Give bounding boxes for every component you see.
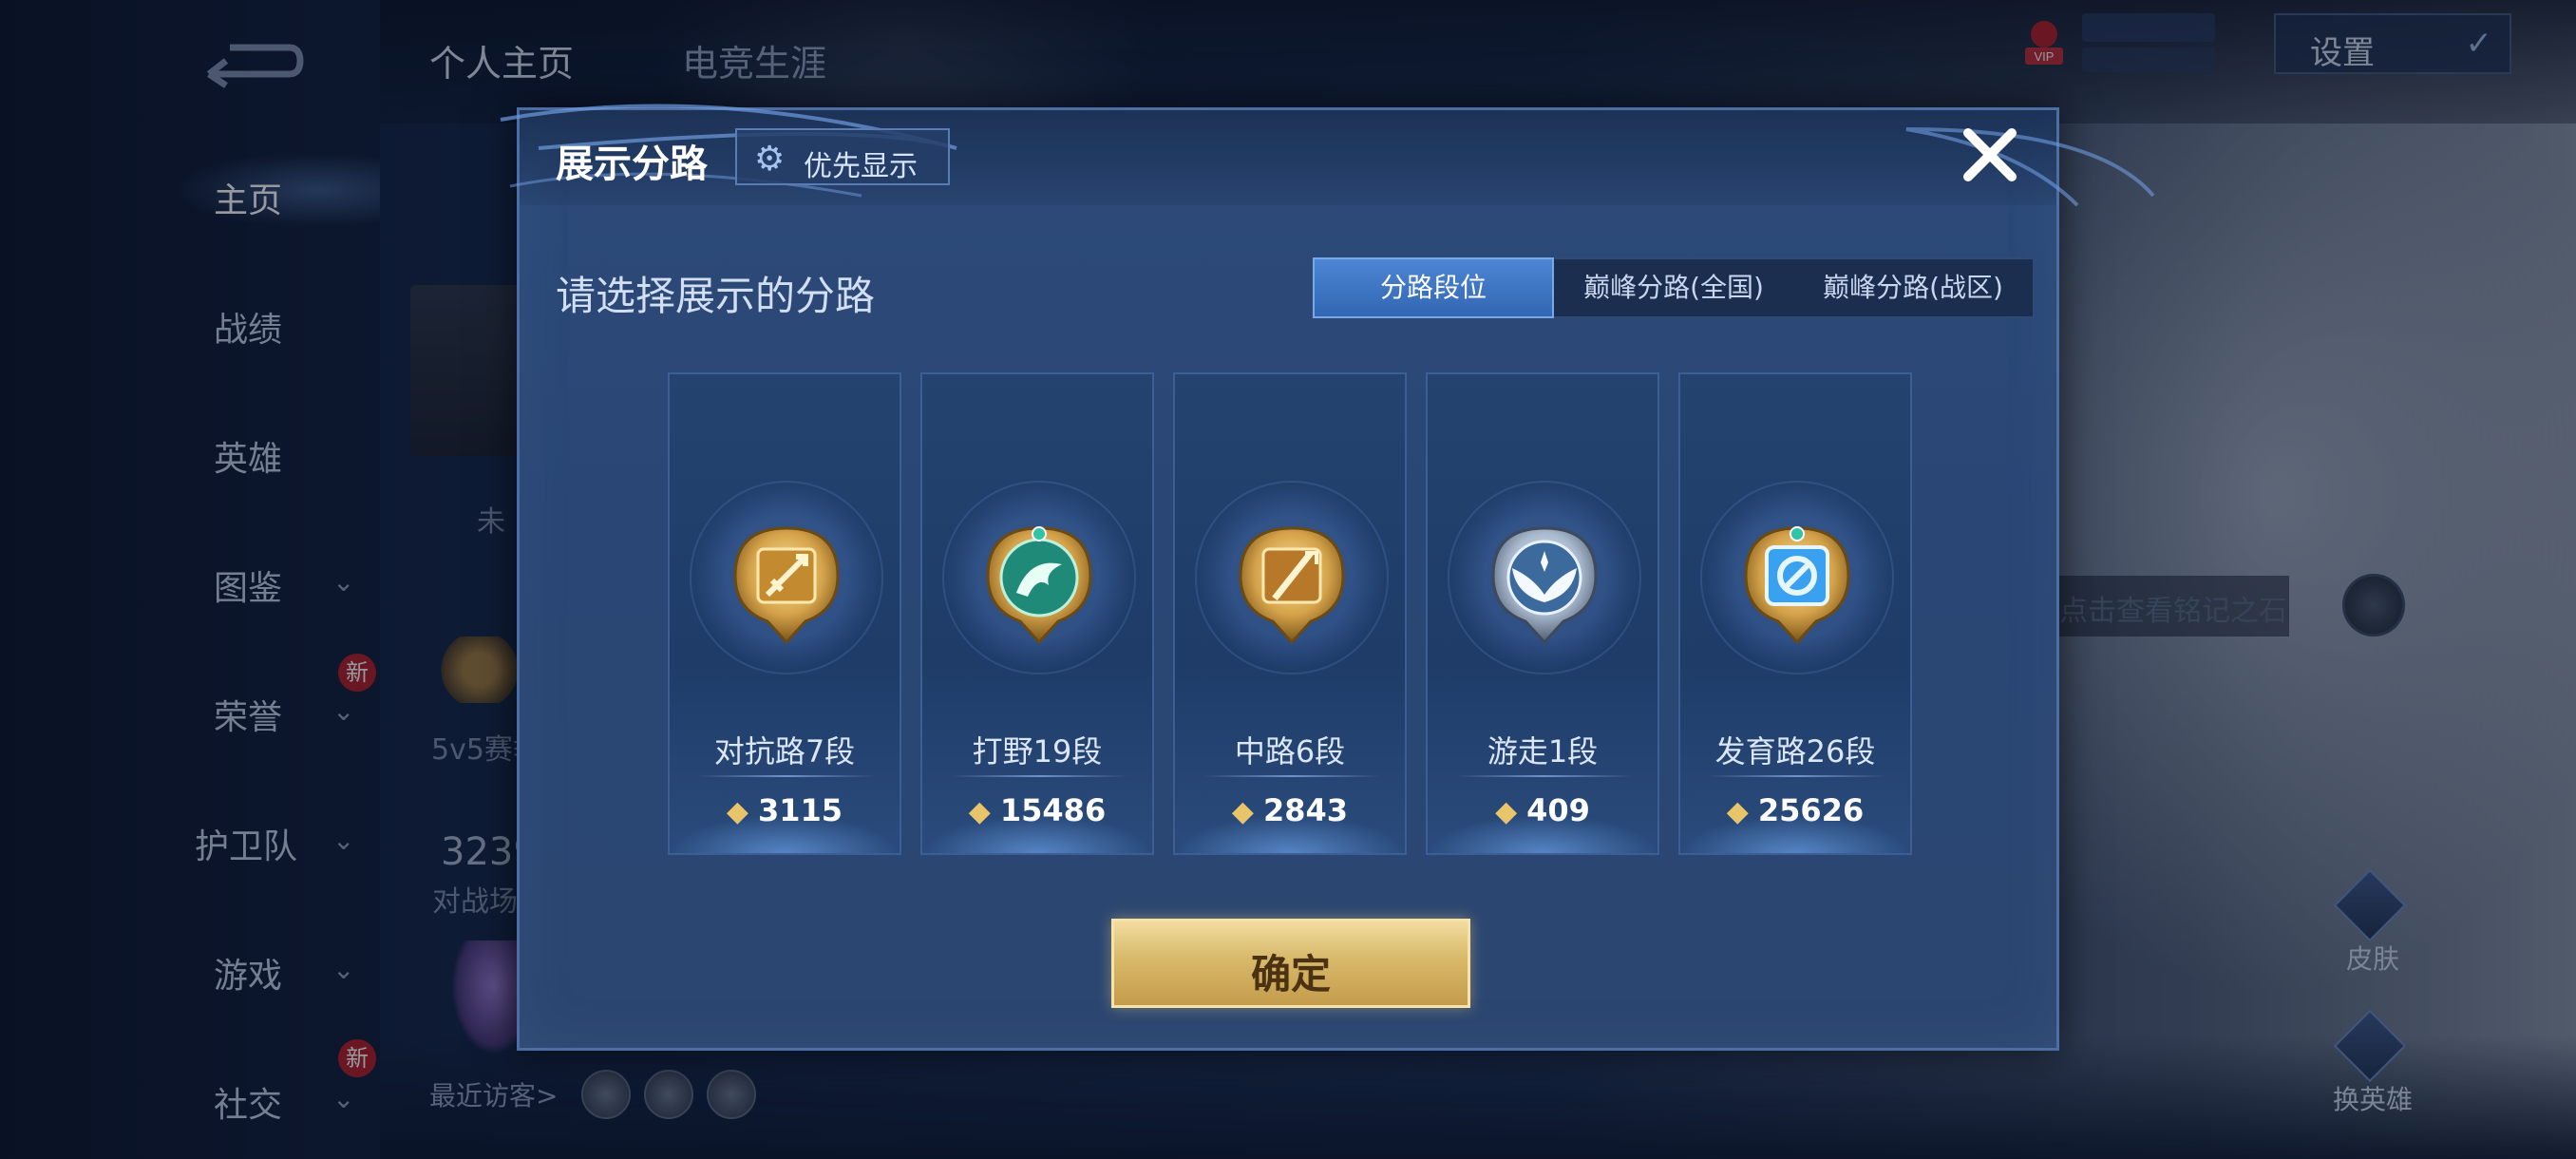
card-glow <box>670 815 900 853</box>
divider <box>1203 775 1380 777</box>
divider <box>1709 775 1885 777</box>
card-glow <box>1428 815 1657 853</box>
gold-sword-emblem-icon <box>729 519 843 652</box>
close-icon <box>1963 128 2017 181</box>
tab-peak-national[interactable]: 巅峰分路(全国) <box>1554 259 1793 316</box>
lane-card-farm[interactable]: 发育路26段 ◆ 25626 <box>1678 372 1912 855</box>
divider <box>951 775 1127 777</box>
lane-title: 对抗路7段 <box>713 733 856 770</box>
priority-display-button[interactable]: ⚙ 优先显示 <box>735 128 950 185</box>
lane-display-dialog: 展示分路 ⚙ 优先显示 请选择展示的分路 分路段位 巅峰分路(全国) 巅峰分路(… <box>500 104 2155 1051</box>
silver-wings-emblem-icon <box>1487 519 1601 652</box>
lane-card-clash[interactable]: 对抗路7段 ◆ 3115 <box>668 372 901 855</box>
lane-title: 游走1段 <box>1487 733 1599 770</box>
dialog-title: 展示分路 <box>556 142 708 186</box>
lane-tab-bar: 分路段位 巅峰分路(全国) 巅峰分路(战区) <box>1313 257 2035 318</box>
lane-card-mid[interactable]: 中路6段 ◆ 2843 <box>1173 372 1407 855</box>
lane-title: 发育路26段 <box>1714 733 1876 770</box>
priority-display-label: 优先显示 <box>804 150 918 183</box>
lane-title: 打野19段 <box>972 733 1103 770</box>
card-glow <box>922 815 1152 853</box>
lane-card-roam[interactable]: 游走1段 ◆ 409 <box>1426 372 1659 855</box>
jade-dragon-emblem-icon <box>982 519 1096 652</box>
confirm-button[interactable]: 确定 <box>1111 919 1470 1008</box>
divider <box>1456 775 1633 777</box>
section-title: 请选择展示的分路 <box>556 273 876 319</box>
tab-peak-zone[interactable]: 巅峰分路(战区) <box>1793 259 2033 316</box>
card-glow <box>1175 815 1405 853</box>
divider <box>698 775 875 777</box>
gear-icon: ⚙ <box>754 140 786 179</box>
tab-lane-rank[interactable]: 分路段位 <box>1313 257 1554 318</box>
lane-title: 中路6段 <box>1234 733 1346 770</box>
lane-card-jungle[interactable]: 打野19段 ◆ 15486 <box>920 372 1154 855</box>
gold-blue-emblem-icon <box>1740 519 1854 652</box>
gold-staff-emblem-icon <box>1235 519 1349 652</box>
card-glow <box>1680 815 1910 853</box>
close-button[interactable] <box>1959 124 2021 186</box>
confirm-label: 确定 <box>1250 951 1331 998</box>
